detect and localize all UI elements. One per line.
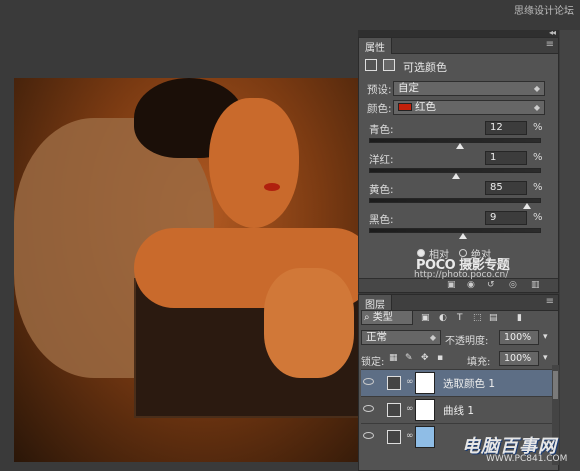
colors-label: 颜色: bbox=[367, 103, 392, 115]
fill-dropdown-icon[interactable]: ▾ bbox=[543, 353, 548, 363]
blend-mode-dropdown[interactable]: 正常 ◆ bbox=[361, 330, 441, 345]
fill-value: 100% bbox=[504, 353, 532, 364]
fill-input[interactable]: 100% bbox=[499, 351, 539, 366]
slider-thumb[interactable] bbox=[458, 233, 467, 239]
lock-label: 锁定: bbox=[361, 357, 385, 368]
properties-menu-icon[interactable]: ≡ bbox=[546, 39, 554, 50]
shape-filter-icon[interactable]: ⬚ bbox=[473, 313, 482, 323]
percent-label: % bbox=[533, 212, 543, 223]
black-value-input[interactable]: 9 bbox=[485, 211, 527, 225]
chain-link-icon[interactable]: ∞ bbox=[406, 431, 414, 441]
layer-row-selective-color[interactable]: ∞ 选取颜色 1 bbox=[361, 369, 554, 396]
view-previous-icon[interactable]: ◉ bbox=[467, 280, 475, 290]
slider-label: 黑色: bbox=[369, 214, 394, 226]
collapse-arrows-icon[interactable]: ◂◂ bbox=[549, 28, 556, 37]
percent-label: % bbox=[533, 182, 543, 193]
magenta-value-input[interactable]: 1 bbox=[485, 151, 527, 165]
chevron-updown-icon: ◆ bbox=[533, 84, 540, 93]
type-filter-icon[interactable]: T bbox=[457, 313, 463, 323]
properties-title: 可选颜色 bbox=[403, 61, 447, 74]
eye-icon[interactable] bbox=[363, 432, 374, 439]
pixel-filter-icon[interactable]: ▣ bbox=[421, 313, 430, 323]
layers-menu-icon[interactable]: ≡ bbox=[546, 296, 554, 307]
filter-toggle-icon[interactable]: ▮ bbox=[517, 313, 522, 323]
layer-filter-dropdown[interactable]: ⌕ 类型 bbox=[361, 310, 413, 325]
tab-properties[interactable]: 属性 bbox=[359, 38, 392, 54]
opacity-value: 100% bbox=[504, 332, 532, 343]
slider-thumb[interactable] bbox=[456, 143, 465, 149]
tab-layers[interactable]: 图层 bbox=[359, 295, 392, 311]
photo-lips bbox=[264, 183, 280, 191]
yellow-slider-track[interactable] bbox=[369, 198, 541, 209]
properties-footer: ▣ ◉ ↺ ◎ ▥ bbox=[359, 278, 558, 292]
slider-thumb[interactable] bbox=[523, 203, 532, 209]
lock-transparent-icon[interactable]: ▦ bbox=[389, 353, 398, 363]
trash-icon[interactable]: ▥ bbox=[531, 280, 540, 290]
magenta-slider-track[interactable] bbox=[369, 168, 541, 179]
layer-mask-thumbnail[interactable] bbox=[415, 372, 435, 394]
panel-collapse-bar[interactable]: ◂◂ bbox=[358, 28, 559, 37]
visibility-icon[interactable]: ◎ bbox=[509, 280, 517, 290]
smart-object-filter-icon[interactable]: ▤ bbox=[489, 313, 498, 323]
canvas-photo[interactable] bbox=[14, 78, 358, 462]
lock-position-icon[interactable]: ✥ bbox=[421, 353, 429, 363]
filter-value: 类型 bbox=[372, 312, 393, 323]
opacity-dropdown-icon[interactable]: ▾ bbox=[543, 332, 548, 342]
layer-row-curves[interactable]: ∞ 曲线 1 bbox=[361, 396, 554, 423]
search-icon: ⌕ bbox=[364, 312, 370, 323]
mask-icon[interactable] bbox=[383, 59, 395, 71]
lock-all-icon[interactable]: ▪ bbox=[437, 353, 443, 363]
preset-label: 预设: bbox=[367, 84, 392, 96]
adjustment-icon[interactable] bbox=[365, 59, 377, 71]
opacity-input[interactable]: 100% bbox=[499, 330, 539, 345]
slider-label: 黄色: bbox=[369, 184, 394, 196]
black-slider-track[interactable] bbox=[369, 228, 541, 239]
cyan-value-input[interactable]: 12 bbox=[485, 121, 527, 135]
red-swatch bbox=[398, 103, 412, 111]
percent-label: % bbox=[533, 122, 543, 133]
properties-title-row: 可选颜色 bbox=[363, 57, 555, 79]
reset-icon[interactable]: ↺ bbox=[487, 280, 495, 290]
yellow-value-input[interactable]: 85 bbox=[485, 181, 527, 195]
slider-label: 洋红: bbox=[369, 154, 394, 166]
clip-icon[interactable]: ▣ bbox=[447, 280, 456, 290]
colors-dropdown[interactable]: 红色 ◆ bbox=[393, 100, 545, 115]
slider-thumb[interactable] bbox=[451, 173, 460, 179]
properties-header: 属性 ≡ bbox=[359, 38, 558, 54]
lock-pixels-icon[interactable]: ✎ bbox=[405, 353, 413, 363]
layer-name: 选取颜色 1 bbox=[443, 378, 496, 390]
blend-mode-value: 正常 bbox=[366, 331, 387, 343]
layer-name: 曲线 1 bbox=[443, 405, 475, 417]
panel-dock-strip bbox=[560, 30, 580, 471]
preset-value: 自定 bbox=[398, 82, 419, 94]
watermark-top-text: 思缘设计论坛 bbox=[514, 6, 574, 17]
scrollbar-thumb[interactable] bbox=[553, 371, 558, 399]
chevron-updown-icon: ◆ bbox=[533, 103, 540, 112]
eye-icon[interactable] bbox=[363, 378, 374, 385]
brand-url-watermark: WWW.PC841.COM bbox=[486, 454, 568, 464]
layer-mask-thumbnail[interactable] bbox=[415, 399, 435, 421]
chevron-updown-icon: ◆ bbox=[429, 333, 436, 342]
percent-label: % bbox=[533, 152, 543, 163]
curves-adjustment-icon bbox=[387, 403, 401, 417]
poco-url-watermark: http://photo.poco.cn/ bbox=[414, 270, 509, 280]
preset-dropdown[interactable]: 自定 ◆ bbox=[393, 81, 545, 96]
fill-label: 填充: bbox=[467, 357, 491, 368]
slider-label: 青色: bbox=[369, 124, 394, 136]
adjustment-filter-icon[interactable]: ◐ bbox=[439, 313, 447, 323]
cyan-slider-track[interactable] bbox=[369, 138, 541, 149]
chain-link-icon[interactable]: ∞ bbox=[406, 404, 414, 414]
selective-color-adjustment-icon bbox=[387, 376, 401, 390]
opacity-label: 不透明度: bbox=[445, 336, 489, 347]
layer-mask-thumbnail[interactable] bbox=[415, 426, 435, 448]
chain-link-icon[interactable]: ∞ bbox=[406, 377, 414, 387]
eye-icon[interactable] bbox=[363, 405, 374, 412]
colors-value: 红色 bbox=[415, 101, 436, 113]
adjustment-layer-icon bbox=[387, 430, 401, 444]
photo-face bbox=[209, 98, 299, 228]
layers-header: 图层 ≡ bbox=[359, 295, 558, 311]
photo-hand bbox=[264, 268, 354, 378]
